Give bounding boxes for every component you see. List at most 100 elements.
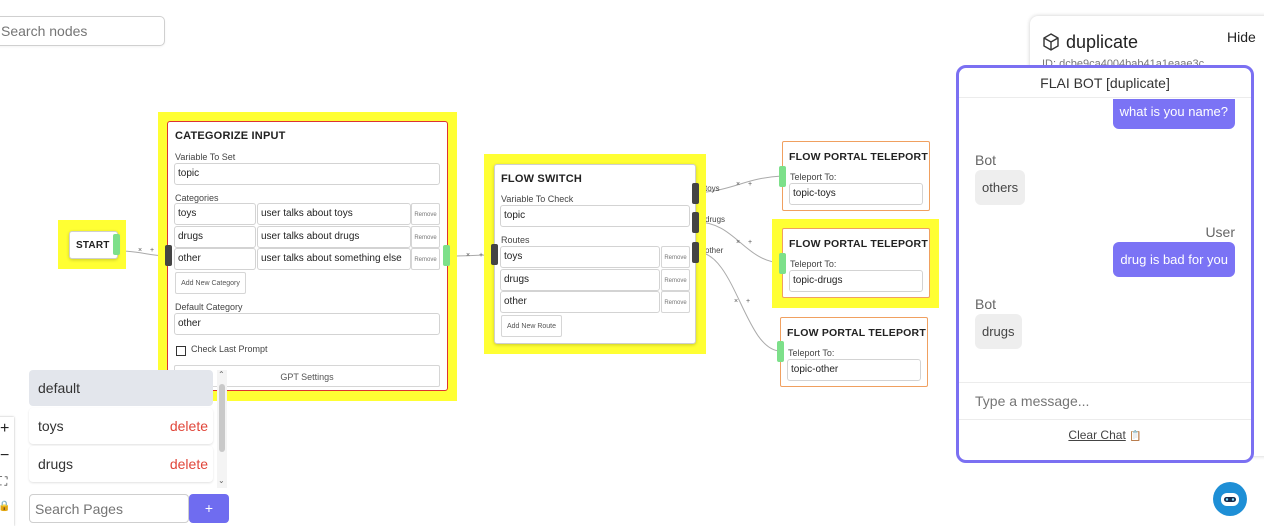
info-panel-title: duplicate: [1066, 32, 1139, 52]
page-item-label: drugs: [38, 456, 74, 472]
page-item-toys[interactable]: toys delete: [29, 408, 213, 444]
teleport-to-label: Teleport To:: [790, 172, 837, 182]
cube-icon: [1043, 33, 1059, 51]
portal-node-other[interactable]: FLOW PORTAL TELEPORT Teleport To: topic-…: [780, 317, 928, 387]
route-remove-button[interactable]: Remove: [661, 291, 690, 313]
chat-sender-label: Bot: [975, 296, 997, 312]
clear-chat-button[interactable]: Clear Chat: [1068, 428, 1125, 442]
category-name-input[interactable]: drugs: [174, 226, 256, 248]
scroll-up-icon[interactable]: ⌃: [218, 370, 225, 379]
page-item-drugs[interactable]: drugs delete: [29, 446, 213, 482]
edge-label-toys: toys: [705, 184, 720, 193]
category-remove-button[interactable]: Remove: [411, 203, 440, 225]
delete-page-button[interactable]: delete: [170, 456, 208, 472]
switch-input-handle[interactable]: [491, 244, 498, 265]
zoom-in-button[interactable]: +: [0, 420, 9, 438]
switch-output-handle-other[interactable]: [692, 242, 699, 263]
categorize-node[interactable]: CATEGORIZE INPUT Variable To Set topic C…: [167, 121, 448, 391]
zoom-controls: + − ⛶ 🔒: [0, 417, 14, 526]
page-item-default[interactable]: default: [29, 370, 213, 406]
lock-button[interactable]: 🔒: [0, 501, 10, 512]
edge-label-other: other: [705, 246, 724, 255]
portal-input-handle[interactable]: [779, 253, 786, 274]
chat-message-bot: others: [975, 170, 1026, 205]
teleport-to-label: Teleport To:: [788, 348, 835, 358]
variable-to-check-label: Variable To Check: [501, 194, 574, 204]
categorize-input-handle[interactable]: [165, 245, 172, 266]
portal-title: FLOW PORTAL TELEPORT: [787, 327, 926, 339]
chat-messages: what is you name? Bot others User drug i…: [959, 99, 1251, 382]
teleport-to-input[interactable]: topic-drugs: [789, 270, 923, 292]
portal-title: FLOW PORTAL TELEPORT: [789, 151, 928, 163]
chatbot-launcher-button[interactable]: [1213, 482, 1247, 516]
teleport-to-input[interactable]: topic-toys: [789, 183, 923, 205]
clear-chat-row: Clear Chat 📋: [959, 428, 1251, 442]
portal-node-toys[interactable]: FLOW PORTAL TELEPORT Teleport To: topic-…: [782, 141, 930, 211]
variable-to-set-label: Variable To Set: [175, 152, 236, 162]
edge-remove-icon[interactable]: ×: [736, 239, 740, 246]
delete-page-button[interactable]: delete: [170, 418, 208, 434]
categorize-output-handle[interactable]: [443, 245, 450, 266]
variable-to-set-input[interactable]: topic: [174, 163, 440, 185]
teleport-to-input[interactable]: topic-other: [787, 359, 921, 381]
pages-scrollbar[interactable]: ⌃ ⌄: [217, 370, 227, 488]
chat-message-input[interactable]: [959, 383, 1251, 419]
chat-header: FLAI BOT [duplicate]: [959, 68, 1251, 98]
category-remove-button[interactable]: Remove: [411, 226, 440, 248]
route-input[interactable]: drugs: [500, 269, 660, 291]
switch-output-handle-drugs[interactable]: [692, 212, 699, 233]
chat-sender-label: Bot: [975, 152, 997, 168]
switch-output-handle-toys[interactable]: [692, 183, 699, 204]
add-route-button[interactable]: Add New Route: [501, 315, 562, 337]
edge-add-icon[interactable]: +: [479, 252, 483, 259]
edge-add-icon[interactable]: +: [748, 181, 752, 188]
edge-other[interactable]: [696, 251, 781, 352]
start-output-handle[interactable]: [113, 234, 120, 255]
hide-button[interactable]: Hide: [1227, 29, 1256, 45]
pages-scrollbar-thumb[interactable]: [219, 384, 225, 452]
category-remove-button[interactable]: Remove: [411, 248, 440, 270]
portal-input-handle[interactable]: [777, 341, 784, 362]
edge-add-icon[interactable]: +: [746, 298, 750, 305]
edge-remove-icon[interactable]: ×: [138, 247, 142, 254]
edge-remove-icon[interactable]: ×: [736, 181, 740, 188]
chat-sender-label: User: [1205, 224, 1235, 240]
route-input[interactable]: other: [500, 291, 660, 313]
edge-add-icon[interactable]: +: [748, 239, 752, 246]
robot-icon: [1221, 493, 1239, 506]
start-node[interactable]: START: [69, 231, 118, 259]
portal-node-drugs[interactable]: FLOW PORTAL TELEPORT Teleport To: topic-…: [782, 228, 930, 298]
check-last-prompt-label: Check Last Prompt: [191, 344, 268, 354]
add-page-button[interactable]: +: [189, 494, 229, 523]
route-remove-button[interactable]: Remove: [661, 246, 690, 268]
category-description-input[interactable]: user talks about drugs: [257, 226, 411, 248]
start-node-label: START: [76, 240, 110, 251]
category-description-input[interactable]: user talks about something else: [257, 248, 411, 270]
edge-add-icon[interactable]: +: [150, 247, 154, 254]
route-remove-button[interactable]: Remove: [661, 269, 690, 291]
add-category-button[interactable]: Add New Category: [175, 272, 246, 294]
check-last-prompt-checkbox[interactable]: [176, 346, 186, 356]
category-description-input[interactable]: user talks about toys: [257, 203, 411, 225]
zoom-out-button[interactable]: −: [0, 447, 9, 465]
routes-label: Routes: [501, 235, 530, 245]
variable-to-check-input[interactable]: topic: [500, 205, 690, 227]
chat-window: FLAI BOT [duplicate] what is you name? B…: [956, 65, 1254, 463]
route-input[interactable]: toys: [500, 246, 660, 268]
chat-message-bot: drugs: [975, 314, 1022, 349]
flow-switch-node[interactable]: FLOW SWITCH Variable To Check topic Rout…: [494, 164, 696, 344]
teleport-to-label: Teleport To:: [790, 259, 837, 269]
edge-remove-icon[interactable]: ×: [466, 252, 470, 259]
pages-panel: default toys delete drugs delete ⌃ ⌄: [29, 370, 229, 490]
portal-input-handle[interactable]: [779, 166, 786, 187]
clipboard-icon: 📋: [1129, 431, 1142, 442]
switch-title: FLOW SWITCH: [501, 173, 583, 185]
category-name-input[interactable]: toys: [174, 203, 256, 225]
scroll-down-icon[interactable]: ⌄: [218, 476, 225, 485]
category-name-input[interactable]: other: [174, 248, 256, 270]
edge-remove-icon[interactable]: ×: [734, 298, 738, 305]
page-item-label: default: [38, 380, 81, 396]
search-pages-input[interactable]: [29, 494, 189, 523]
fit-view-button[interactable]: ⛶: [0, 474, 7, 489]
default-category-input[interactable]: other: [174, 313, 440, 335]
